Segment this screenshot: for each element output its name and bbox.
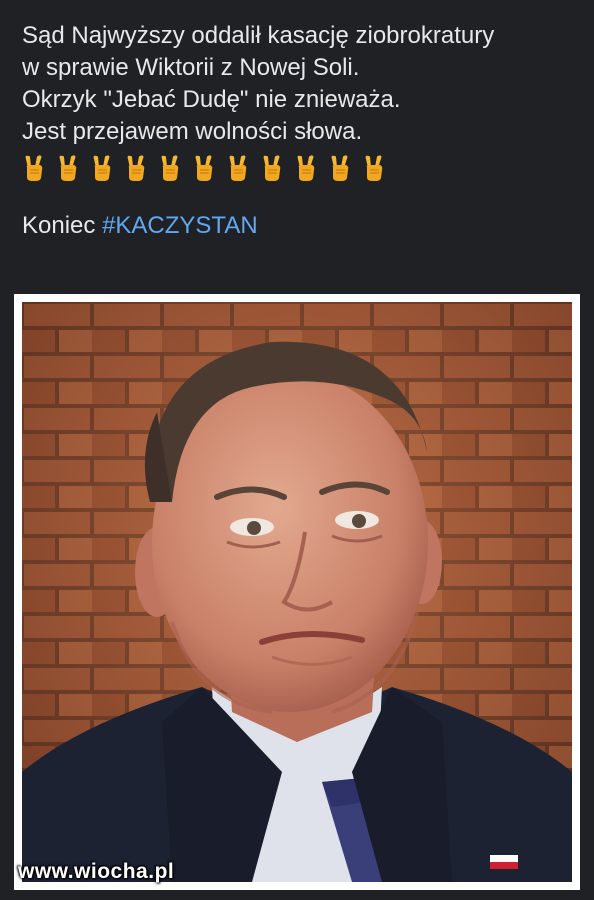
post-text-line-2: w sprawie Wiktorii z Nowej Soli. bbox=[22, 54, 360, 81]
watermark: www.wiocha.pl bbox=[18, 860, 175, 883]
victory-hand-icon bbox=[59, 155, 77, 181]
victory-hand-icon bbox=[229, 155, 247, 181]
photo-portrait[interactable] bbox=[22, 302, 572, 882]
footer-prefix: Koniec bbox=[22, 212, 103, 239]
victory-hand-icon bbox=[93, 155, 111, 181]
victory-hand-icon bbox=[127, 155, 145, 181]
post-text-line-1: Sąd Najwyższy oddalił kasację ziobrokrat… bbox=[22, 22, 495, 49]
photo-frame bbox=[14, 294, 580, 890]
post-text-line-4: Jest przejawem wolności słowa. bbox=[22, 118, 363, 145]
victory-hand-icon bbox=[297, 155, 315, 181]
victory-hand-icon bbox=[365, 155, 383, 181]
post-footer: Koniec #KACZYSTAN bbox=[22, 210, 582, 242]
post-text-line-3: Okrzyk "Jebać Dudę" nie znieważa. bbox=[22, 86, 401, 113]
victory-hand-icon bbox=[195, 155, 213, 181]
portrait-illustration bbox=[22, 302, 572, 882]
post-text: Sąd Najwyższy oddalił kasację ziobrokrat… bbox=[22, 20, 582, 242]
victory-hand-icon bbox=[263, 155, 281, 181]
victory-hand-icon bbox=[25, 155, 43, 181]
post-card: Sąd Najwyższy oddalił kasację ziobrokrat… bbox=[0, 0, 594, 900]
victory-hand-icon bbox=[161, 155, 179, 181]
hashtag-link[interactable]: #KACZYSTAN bbox=[102, 212, 258, 239]
emoji-row bbox=[22, 154, 582, 182]
victory-hand-icon bbox=[331, 155, 349, 181]
